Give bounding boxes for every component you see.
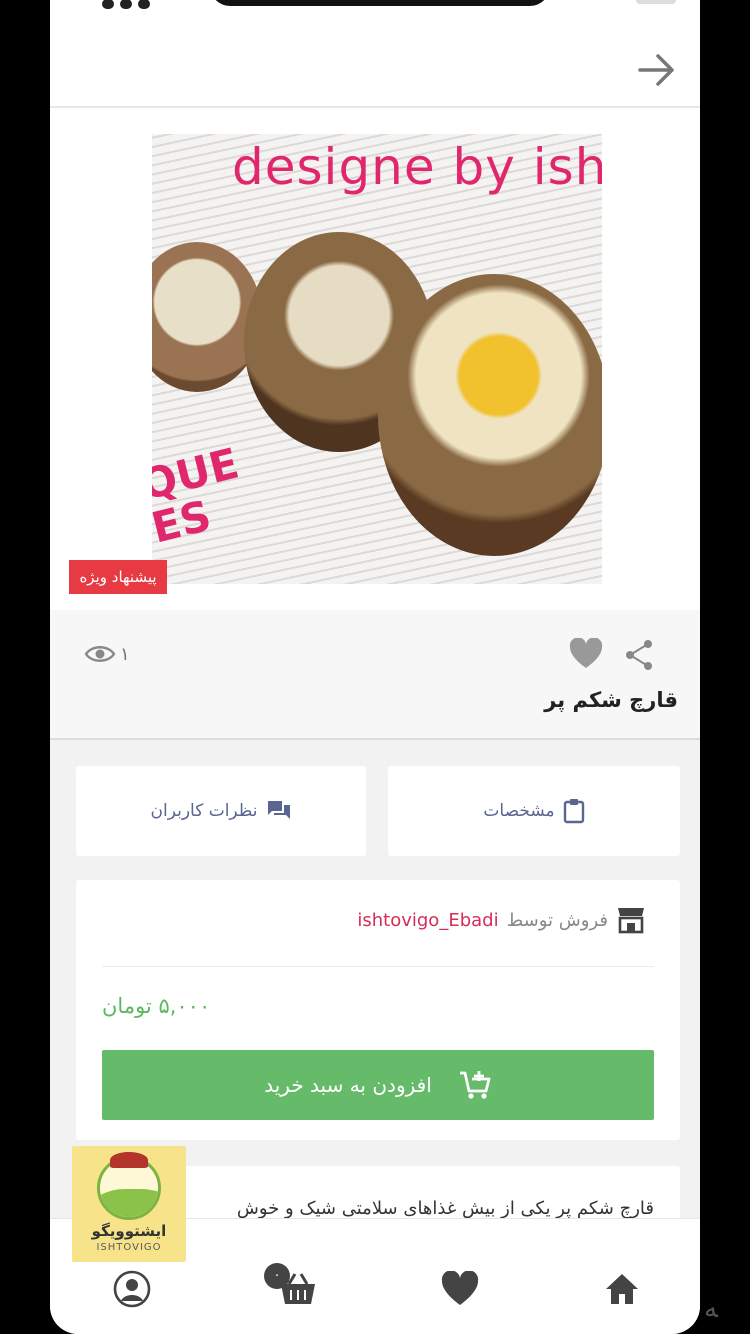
arrow-right-icon[interactable] <box>632 46 680 94</box>
logo-en-text: ISHTOVIGO <box>96 1242 162 1253</box>
top-app-bar <box>50 0 700 108</box>
clipboard-icon <box>563 799 584 824</box>
product-photo[interactable]: designe by ishtov QUE ES <box>152 134 602 584</box>
product-title: قارچ شکم پر <box>544 688 678 712</box>
cart-add-icon <box>459 1071 491 1099</box>
add-to-cart-label: افزودن به سبد خرید <box>264 1073 432 1097</box>
store-icon <box>618 908 644 934</box>
nav-favorites[interactable] <box>438 1267 482 1311</box>
status-bar-battery <box>636 0 676 4</box>
product-price: ۵,۰۰۰ تومان <box>102 994 210 1018</box>
view-count-value: ۱ <box>120 643 130 665</box>
photo-watermark: designe by ishtov <box>232 138 602 196</box>
tab-user-comments-label: نظرات کاربران <box>150 801 258 821</box>
description-preview: قارچ شکم پر یکی از بیش غذاهای سلامتی شیک… <box>236 1198 654 1219</box>
corner-watermark-glyph: ﻪ <box>704 1294 718 1324</box>
price-currency: تومان <box>102 994 152 1018</box>
seller-name-link[interactable]: ishtovigo_Ebadi <box>357 910 498 931</box>
tab-specifications-label: مشخصات <box>483 801 555 821</box>
nav-home[interactable] <box>600 1267 644 1311</box>
add-to-cart-button[interactable]: افزودن به سبد خرید <box>102 1050 654 1120</box>
tab-user-comments[interactable]: نظرات کاربران <box>76 766 366 856</box>
logo-fa-text: ایشتوویگو <box>91 1222 167 1240</box>
heart-icon <box>441 1271 479 1305</box>
product-image-section: designe by ishtov QUE ES پیشنهاد ویژه <box>50 108 700 610</box>
home-icon <box>606 1274 638 1304</box>
ishtovigo-logo[interactable]: ایشتوویگو ISHTOVIGO <box>72 1146 186 1262</box>
mushroom-right <box>378 274 602 556</box>
profile-icon <box>113 1270 151 1308</box>
cart-count-badge: ۰ <box>264 1263 290 1289</box>
share-icon[interactable] <box>622 638 656 672</box>
seller-card: فروش توسط ishtovigo_Ebadi ۵,۰۰۰ تومان اف… <box>76 880 680 1140</box>
product-tabs: مشخصات نظرات کاربران <box>76 766 680 856</box>
chat-icon <box>267 801 290 819</box>
tab-specifications[interactable]: مشخصات <box>388 766 680 856</box>
product-info: ۱ قارچ شکم پر <box>50 610 700 740</box>
logo-hat <box>110 1152 148 1168</box>
favorite-heart-icon[interactable] <box>568 637 604 670</box>
sold-by-label: فروش توسط <box>506 909 608 931</box>
seller-row: فروش توسط ishtovigo_Ebadi <box>357 906 646 934</box>
eye-icon <box>84 646 116 662</box>
view-count: ۱ <box>84 640 130 668</box>
phone-screen: designe by ishtov QUE ES پیشنهاد ویژه ۱ … <box>50 0 700 1334</box>
status-bar-signal <box>102 0 162 9</box>
seller-divider <box>102 966 654 967</box>
special-offer-badge: پیشنهاد ویژه <box>69 560 167 594</box>
nav-profile[interactable] <box>110 1267 154 1311</box>
price-amount: ۵,۰۰۰ <box>158 994 211 1018</box>
device-notch <box>210 0 550 6</box>
